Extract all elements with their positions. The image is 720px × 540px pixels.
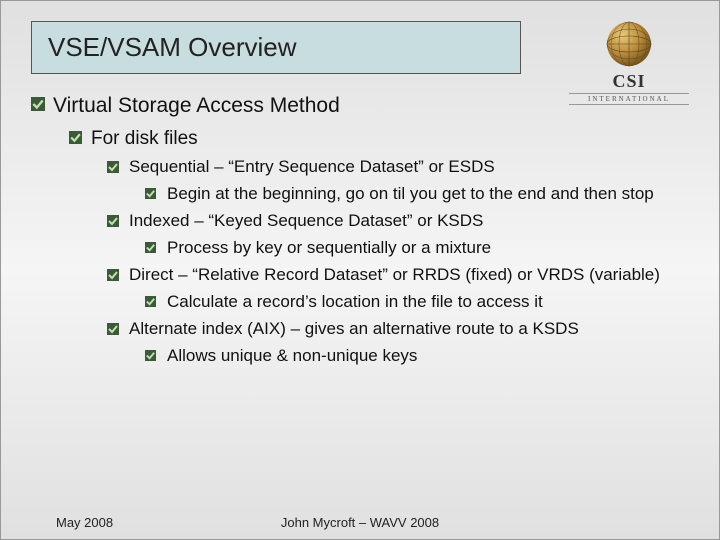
bullet-icon xyxy=(69,131,81,143)
list-item: Alternate index (AIX) – gives an alterna… xyxy=(107,318,689,341)
item-indexed: Indexed – “Keyed Sequence Dataset” or KS… xyxy=(129,210,689,233)
list-item: For disk files xyxy=(69,126,689,152)
list-item: Calculate a record’s location in the fil… xyxy=(145,291,689,314)
title-text: VSE/VSAM Overview xyxy=(48,32,297,62)
item-aix-detail: Allows unique & non-unique keys xyxy=(167,345,689,368)
bullet-icon xyxy=(145,188,157,200)
list-item: Allows unique & non-unique keys xyxy=(145,345,689,368)
list-item: Direct – “Relative Record Dataset” or RR… xyxy=(107,264,689,287)
item-direct-detail: Calculate a record’s location in the fil… xyxy=(167,291,689,314)
globe-icon xyxy=(604,19,654,69)
slide: VSE/VSAM Overview CSI xyxy=(0,0,720,540)
brand-name: CSI xyxy=(569,71,689,92)
bullet-icon xyxy=(145,242,157,254)
bullet-icon xyxy=(31,97,43,109)
bullet-icon xyxy=(107,161,119,173)
footer-author: John Mycroft – WAVV 2008 xyxy=(1,515,719,530)
bullet-icon xyxy=(107,323,119,335)
list-item: Indexed – “Keyed Sequence Dataset” or KS… xyxy=(107,210,689,233)
item-direct: Direct – “Relative Record Dataset” or RR… xyxy=(129,264,689,287)
page-title: VSE/VSAM Overview xyxy=(31,21,521,74)
bullet-icon xyxy=(145,350,157,362)
heading-level-2: For disk files xyxy=(91,126,689,152)
brand-logo: CSI International xyxy=(569,19,689,105)
item-indexed-detail: Process by key or sequentially or a mixt… xyxy=(167,237,689,260)
list-item: Sequential – “Entry Sequence Dataset” or… xyxy=(107,156,689,179)
list-item: Begin at the beginning, go on til you ge… xyxy=(145,183,689,206)
bullet-icon xyxy=(107,269,119,281)
item-sequential-detail: Begin at the beginning, go on til you ge… xyxy=(167,183,689,206)
brand-subtitle: International xyxy=(569,93,689,105)
bullet-icon xyxy=(145,296,157,308)
list-item: Process by key or sequentially or a mixt… xyxy=(145,237,689,260)
item-aix: Alternate index (AIX) – gives an alterna… xyxy=(129,318,689,341)
slide-content: Virtual Storage Access Method For disk f… xyxy=(31,92,689,367)
item-sequential: Sequential – “Entry Sequence Dataset” or… xyxy=(129,156,689,179)
bullet-icon xyxy=(107,215,119,227)
